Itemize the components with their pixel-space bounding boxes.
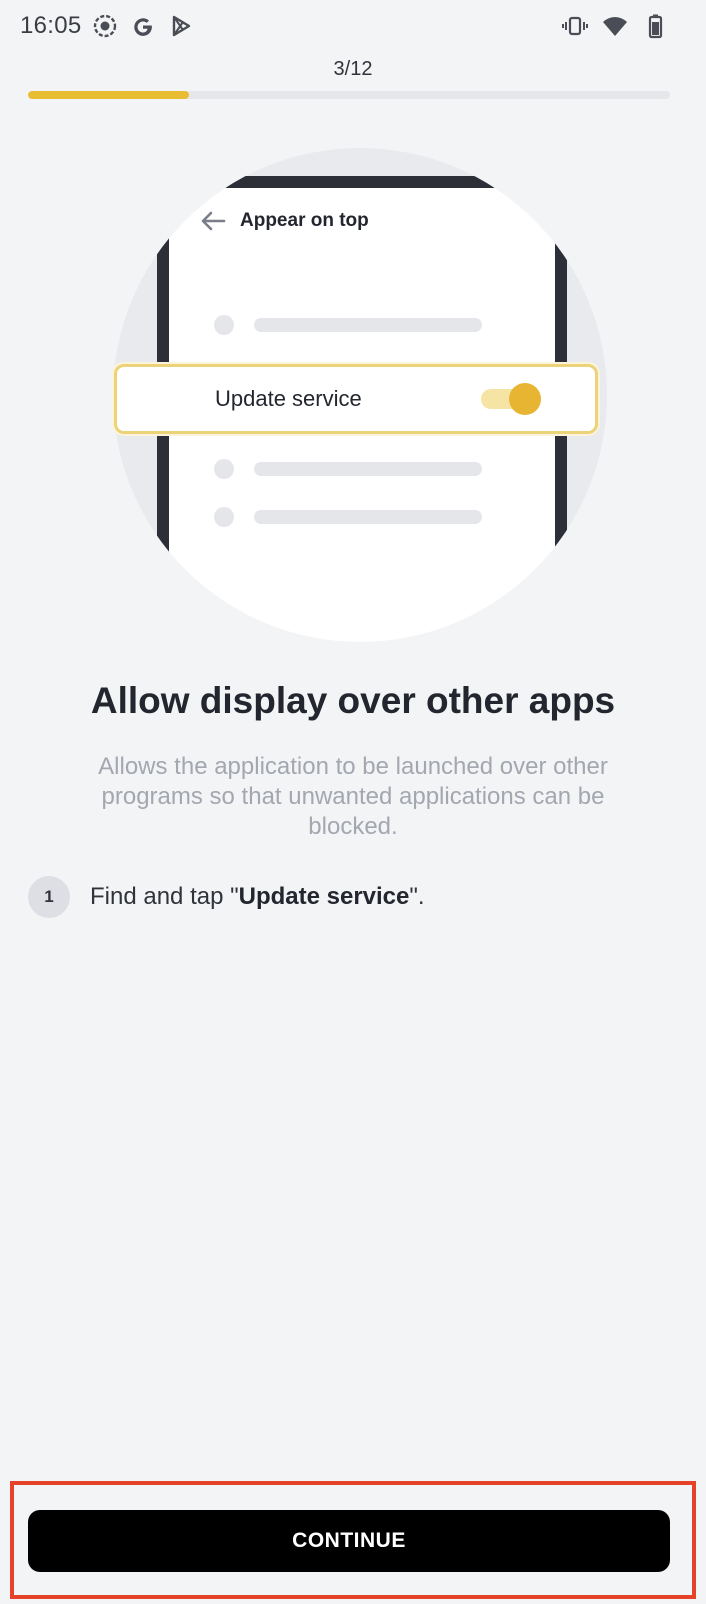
- arrow-left-icon: [201, 211, 226, 231]
- page-title: Allow display over other apps: [90, 680, 616, 721]
- step-text: Find and tap "Update service".: [90, 883, 425, 911]
- instruction-step: 1 Find and tap "Update service".: [28, 876, 425, 918]
- status-bar: 16:05: [0, 0, 706, 56]
- placeholder-line: [254, 318, 482, 332]
- play-store-icon: [172, 15, 191, 37]
- wifi-icon: [603, 17, 627, 36]
- continue-button[interactable]: CONTINUE: [28, 1510, 670, 1572]
- progress-label: 3/12: [333, 58, 373, 80]
- battery-icon: [648, 14, 663, 39]
- highlighted-setting-label: Update service: [215, 386, 362, 411]
- placeholder-line: [254, 510, 482, 524]
- step-text-suffix: ".: [409, 883, 425, 910]
- progress-bar-fill: [28, 91, 189, 99]
- step-text-prefix: Find and tap ": [90, 883, 239, 910]
- vibrate-icon: [562, 16, 588, 36]
- toggle-switch-on: [481, 383, 541, 415]
- progress-bar: [28, 91, 670, 99]
- record-icon: [93, 14, 117, 38]
- phone-screen-header: Appear on top: [200, 210, 369, 232]
- placeholder-row: [214, 507, 482, 527]
- placeholder-row: [214, 315, 482, 335]
- placeholder-line: [254, 462, 482, 476]
- placeholder-dot: [214, 315, 234, 335]
- status-left-icons: [92, 13, 194, 39]
- google-icon: [134, 18, 152, 36]
- placeholder-row: [214, 459, 482, 479]
- page-description: Allows the application to be launched ov…: [98, 753, 608, 840]
- step-text-bold: Update service: [238, 883, 410, 910]
- placeholder-dot: [214, 459, 234, 479]
- permission-illustration: Appear on top Update service: [0, 140, 706, 660]
- placeholder-dot: [214, 507, 234, 527]
- toggle-knob: [509, 383, 541, 415]
- step-number-badge: 1: [28, 876, 70, 918]
- status-right-icons: [562, 13, 668, 39]
- phone-screen-title: Appear on top: [240, 210, 369, 231]
- highlighted-setting-card: Update service: [114, 364, 598, 434]
- status-time: 16:05: [20, 12, 82, 39]
